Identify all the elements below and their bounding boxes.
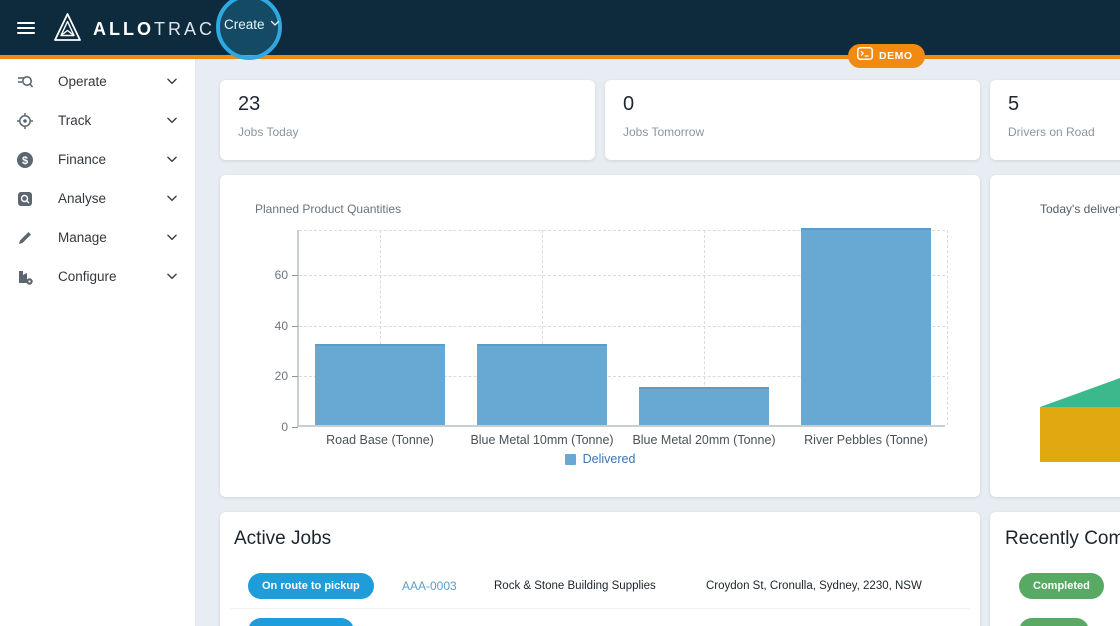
- y-axis-tick-label: 20: [274, 369, 288, 384]
- fulfilment-title: Today's delivery fu: [1040, 202, 1120, 216]
- job-row[interactable]: On route to pickup AAA-0003 Rock & Stone…: [220, 564, 980, 608]
- status-badge: Completed: [1019, 573, 1104, 599]
- stat-label: Jobs Tomorrow: [623, 125, 705, 139]
- demo-mode-badge[interactable]: DEMO: [848, 44, 925, 68]
- bar-blue-metal-10mm-tonne-: [477, 344, 607, 425]
- sidebar-item-finance[interactable]: $ Finance: [0, 140, 195, 179]
- brand-logo[interactable]: ALLOTRAC: [54, 13, 215, 46]
- x-axis-category-label: River Pebbles (Tonne): [804, 433, 928, 447]
- sidebar-item-configure[interactable]: Configure: [0, 257, 195, 296]
- brand-name: ALLOTRAC: [93, 19, 215, 40]
- bar-chart-plot: 0 20 40 60 Road Base (Tonne) Blue Metal 10mm …: [275, 228, 948, 447]
- demo-badge-label: DEMO: [879, 50, 913, 62]
- terminal-icon: [857, 47, 873, 65]
- axis-tick: [292, 427, 298, 428]
- row-divider: [230, 608, 970, 609]
- planned-quantities-chart-card: Planned Product Quantities 0 20 40 60 Road B…: [220, 175, 980, 497]
- sidebar-item-track[interactable]: Track: [0, 101, 195, 140]
- create-button[interactable]: Create: [224, 17, 279, 32]
- chevron-down-icon: [165, 74, 179, 88]
- job-address: Croydon St, Cronulla, Sydney, 2230, NSW: [706, 580, 922, 592]
- hamburger-menu-icon[interactable]: [15, 17, 37, 39]
- delivery-fulfilment-card: Today's delivery fu: [990, 175, 1120, 497]
- dollar-circle-icon: $: [16, 151, 34, 169]
- y-axis-tick-label: 60: [274, 268, 288, 283]
- axis-tick: [292, 275, 298, 277]
- pencil-icon: [16, 229, 34, 247]
- document-search-icon: [16, 190, 34, 208]
- brand-name-bold: ALLO: [93, 19, 154, 39]
- status-badge-partial: [1019, 618, 1089, 626]
- accent-divider: [0, 55, 1120, 59]
- bar-blue-metal-20mm-tonne-: [639, 387, 769, 425]
- area-green: [1040, 378, 1120, 407]
- chevron-down-icon: [269, 17, 281, 32]
- stat-card-drivers-on-road: 5 Drivers on Road: [990, 80, 1120, 160]
- brand-name-light: TRAC: [154, 19, 215, 39]
- area-yellow: [1040, 407, 1120, 462]
- chevron-down-icon: [165, 191, 179, 205]
- status-badge: On route to pickup: [248, 573, 374, 599]
- sidebar-item-analyse[interactable]: Analyse: [0, 179, 195, 218]
- chart-legend-delivered[interactable]: Delivered: [220, 452, 980, 466]
- bar-road-base-tonne-: [315, 344, 445, 425]
- gridline: [947, 230, 948, 425]
- stat-value: 23: [238, 93, 261, 115]
- active-jobs-card: Active Jobs On route to pickup AAA-0003 …: [220, 512, 980, 626]
- job-id-link[interactable]: AAA-0003: [402, 579, 457, 593]
- chart-title: Planned Product Quantities: [255, 202, 402, 216]
- y-axis-tick-label: 0: [281, 420, 288, 434]
- top-navbar: ALLOTRAC: [0, 0, 1120, 55]
- recently-completed-card: Recently Com Completed: [990, 512, 1120, 626]
- create-button-label: Create: [224, 17, 265, 32]
- chevron-down-icon: [165, 113, 179, 127]
- bar-river-pebbles-tonne-: [801, 228, 931, 425]
- stat-value: 0: [623, 93, 635, 115]
- fulfilment-area-chart: [1040, 378, 1120, 462]
- active-jobs-title: Active Jobs: [234, 528, 332, 549]
- factory-gear-icon: [16, 268, 34, 286]
- search-list-icon: [16, 73, 34, 91]
- sidebar-item-label: Configure: [58, 269, 117, 284]
- chevron-down-icon: [165, 152, 179, 166]
- legend-label: Delivered: [582, 452, 636, 466]
- job-customer: Rock & Stone Building Supplies: [494, 580, 656, 592]
- sidebar-item-manage[interactable]: Manage: [0, 218, 195, 257]
- stat-label: Drivers on Road: [1008, 125, 1095, 139]
- allotrac-logo-icon: [54, 13, 81, 46]
- axis-tick: [292, 376, 298, 378]
- chevron-down-icon: [165, 230, 179, 244]
- svg-text:$: $: [22, 155, 28, 167]
- sidebar-menu: Operate Track $ Finance Analyse Manage Configu…: [0, 59, 196, 626]
- sidebar-item-label: Analyse: [58, 191, 107, 206]
- stat-card-jobs-tomorrow: 0 Jobs Tomorrow: [605, 80, 980, 160]
- sidebar-item-label: Operate: [58, 74, 107, 89]
- dashboard-page: ALLOTRAC Create DEMO Operate Track $ Financ…: [0, 0, 1120, 626]
- y-axis-tick-label: 40: [274, 318, 288, 333]
- sidebar-item-label: Track: [58, 113, 92, 128]
- chevron-down-icon: [165, 269, 179, 283]
- recently-completed-title: Recently Com: [1005, 528, 1120, 549]
- axis-tick: [292, 325, 298, 327]
- status-badge-partial: [248, 618, 354, 626]
- stat-card-jobs-today: 23 Jobs Today: [220, 80, 595, 160]
- stat-label: Jobs Today: [238, 125, 299, 139]
- sidebar-item-label: Finance: [58, 152, 107, 167]
- completed-job-row[interactable]: Completed: [990, 564, 1120, 608]
- sidebar-item-operate[interactable]: Operate: [0, 62, 195, 101]
- sidebar-item-label: Manage: [58, 230, 107, 245]
- stat-value: 5: [1008, 93, 1020, 115]
- legend-swatch: [564, 453, 576, 465]
- target-icon: [16, 112, 34, 130]
